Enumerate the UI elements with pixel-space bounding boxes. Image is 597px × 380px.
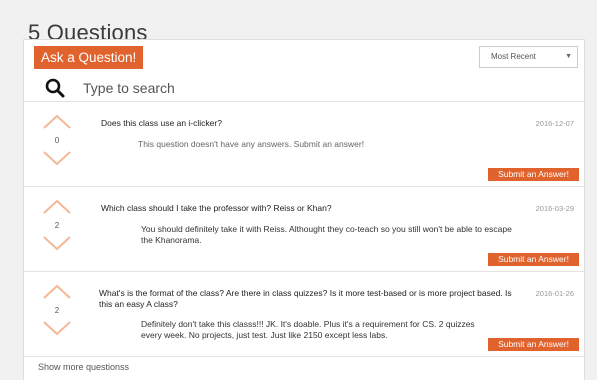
answer-text: You should definitely take it with Reiss…	[141, 224, 512, 245]
upvote-arrow-icon[interactable]	[42, 284, 72, 300]
divider	[24, 356, 584, 357]
vote-widget: 0	[37, 102, 77, 186]
show-more-link[interactable]: Show more questionss	[38, 362, 129, 372]
sort-select[interactable]: Most Recent ▼	[479, 46, 578, 68]
vote-count: 0	[54, 136, 60, 145]
vote-widget: 2	[37, 187, 77, 271]
question-item: 0 Does this class use an i-clicker? 2016…	[24, 102, 584, 186]
submit-answer-button[interactable]: Submit an Answer!	[488, 253, 579, 266]
submit-answer-button[interactable]: Submit an Answer!	[488, 338, 579, 351]
downvote-arrow-icon[interactable]	[42, 150, 72, 166]
upvote-arrow-icon[interactable]	[42, 114, 72, 130]
question-title[interactable]: Which class should I take the professor …	[101, 203, 521, 214]
question-item: 2 What's is the format of the class? Are…	[24, 272, 584, 356]
question-date: 2016-03-29	[535, 204, 574, 213]
search-icon[interactable]	[44, 77, 66, 99]
question-item: 2 Which class should I take the professo…	[24, 187, 584, 271]
upvote-arrow-icon[interactable]	[42, 199, 72, 215]
question-title[interactable]: What's is the format of the class? Are t…	[99, 288, 514, 310]
ask-question-button[interactable]: Ask a Question!	[34, 46, 144, 69]
chevron-down-icon: ▼	[565, 53, 572, 60]
submit-answer-button[interactable]: Submit an Answer!	[488, 168, 579, 181]
vote-count: 2	[54, 221, 60, 230]
vote-widget: 2	[37, 272, 77, 356]
question-title[interactable]: Does this class use an i-clicker?	[101, 118, 521, 129]
search-input[interactable]	[81, 76, 385, 100]
answer-text: This question doesn't have any answers. …	[138, 139, 365, 149]
question-date: 2016-12-07	[535, 119, 574, 128]
downvote-arrow-icon[interactable]	[42, 235, 72, 251]
downvote-arrow-icon[interactable]	[42, 320, 72, 336]
question-date: 2016-01-26	[535, 289, 574, 298]
questions-panel: Ask a Question! Most Recent ▼ 0 Does thi…	[23, 39, 585, 380]
vote-count: 2	[54, 306, 60, 315]
search-bar	[24, 74, 584, 101]
answer-text: Definitely don't take this classs!!! JK.…	[141, 319, 475, 340]
sort-selected-value: Most Recent	[491, 52, 536, 61]
